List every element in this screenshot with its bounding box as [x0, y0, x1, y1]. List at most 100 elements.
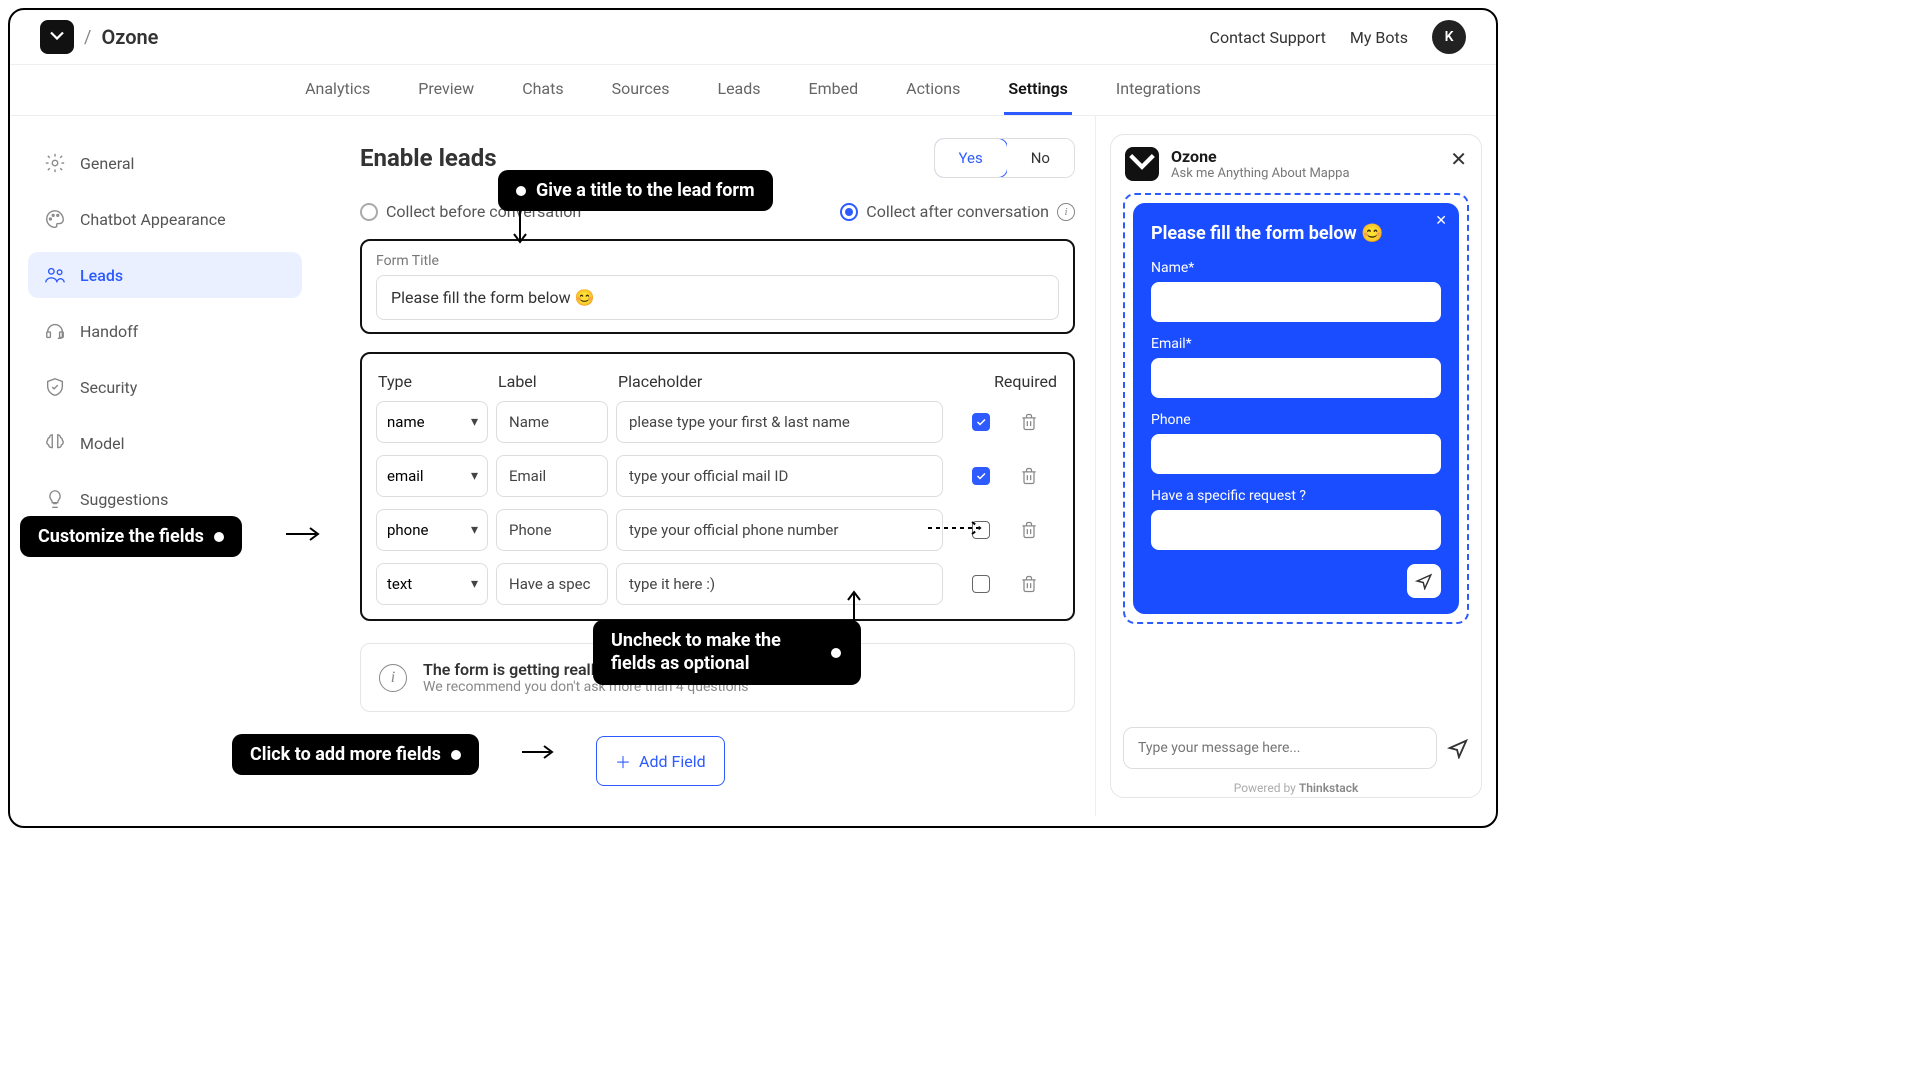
field-row: text [376, 563, 1059, 605]
field-row: name [376, 401, 1059, 443]
col-type: Type [378, 372, 490, 391]
sidebar-item-security[interactable]: Security [28, 364, 302, 410]
palette-icon [44, 208, 66, 230]
annotation-add: Click to add more fields [232, 734, 479, 775]
info-icon: i [379, 664, 407, 692]
headset-icon [44, 320, 66, 342]
form-field-label: Phone [1151, 412, 1441, 428]
annotation-customize: Customize the fields [20, 516, 242, 557]
form-field-input[interactable] [1151, 434, 1441, 474]
field-placeholder-input[interactable] [616, 563, 943, 605]
annotation-title: Give a title to the lead form [498, 170, 773, 211]
tab-actions[interactable]: Actions [902, 65, 964, 115]
gear-icon [44, 152, 66, 174]
contact-support-link[interactable]: Contact Support [1210, 28, 1326, 47]
bot-name: Ozone [1171, 147, 1350, 166]
tab-leads[interactable]: Leads [713, 65, 764, 115]
form-field-label: Email* [1151, 336, 1441, 352]
tab-embed[interactable]: Embed [805, 65, 863, 115]
my-bots-link[interactable]: My Bots [1350, 28, 1408, 47]
bot-logo [1125, 147, 1159, 181]
annotation-uncheck: Uncheck to make the fields as optional [593, 620, 861, 685]
required-checkbox[interactable] [972, 575, 990, 593]
field-type-select[interactable]: email [376, 455, 488, 497]
form-title-input[interactable] [376, 275, 1059, 320]
sidebar-item-label: Suggestions [80, 490, 168, 509]
form-field-input[interactable] [1151, 282, 1441, 322]
field-label-input[interactable] [496, 455, 608, 497]
form-field-label: Have a specific request ? [1151, 488, 1441, 504]
collect-after-label: Collect after conversation [866, 202, 1049, 221]
send-button[interactable] [1407, 564, 1441, 598]
col-placeholder: Placeholder [618, 372, 878, 391]
tab-bar: Analytics Preview Chats Sources Leads Em… [10, 65, 1496, 116]
field-placeholder-input[interactable] [616, 401, 943, 443]
close-icon[interactable]: ✕ [1435, 213, 1447, 229]
info-icon[interactable]: i [1057, 203, 1075, 221]
tab-preview[interactable]: Preview [414, 65, 478, 115]
col-label: Label [498, 372, 610, 391]
field-label-input[interactable] [496, 401, 608, 443]
sidebar-item-handoff[interactable]: Handoff [28, 308, 302, 354]
lead-form-bubble: ✕ Please fill the form below 😊 Name* Ema… [1133, 203, 1459, 614]
form-field-input[interactable] [1151, 510, 1441, 550]
breadcrumb-separator: / [84, 27, 91, 48]
field-label-input[interactable] [496, 563, 608, 605]
users-icon [44, 264, 66, 286]
field-type-select[interactable]: phone [376, 509, 488, 551]
delete-field-button[interactable] [1019, 412, 1059, 432]
field-placeholder-input[interactable] [616, 509, 943, 551]
powered-by: Powered by Thinkstack [1111, 777, 1481, 797]
delete-field-button[interactable] [1019, 574, 1059, 594]
close-icon[interactable]: ✕ [1450, 147, 1467, 171]
tab-sources[interactable]: Sources [608, 65, 674, 115]
settings-sidebar: General Chatbot Appearance Leads Handoff… [10, 116, 320, 816]
chatbot-preview: Ozone Ask me Anything About Mappa ✕ ✕ Pl… [1110, 134, 1482, 798]
field-type-select[interactable]: name [376, 401, 488, 443]
col-required: Required [949, 372, 1057, 391]
page-title: Enable leads [360, 144, 497, 172]
enable-yes-button[interactable]: Yes [934, 138, 1008, 178]
form-field-label: Name* [1151, 260, 1441, 276]
form-title-label: Form Title [376, 253, 1059, 269]
required-checkbox[interactable] [972, 413, 990, 431]
radio-icon [360, 203, 378, 221]
radio-icon [840, 203, 858, 221]
field-label-input[interactable] [496, 509, 608, 551]
delete-field-button[interactable] [1019, 466, 1059, 486]
collect-after-option[interactable]: Collect after conversation i [840, 202, 1075, 221]
field-type-select[interactable]: text [376, 563, 488, 605]
sidebar-item-label: Chatbot Appearance [80, 210, 226, 229]
tab-analytics[interactable]: Analytics [301, 65, 374, 115]
chat-input[interactable] [1123, 727, 1437, 769]
bot-sub: Ask me Anything About Mappa [1171, 166, 1350, 181]
sidebar-item-model[interactable]: Model [28, 420, 302, 466]
form-field-input[interactable] [1151, 358, 1441, 398]
bulb-icon [44, 488, 66, 510]
app-name: Ozone [101, 25, 158, 49]
fields-card: Type Label Placeholder Required name ema… [360, 352, 1075, 621]
send-icon[interactable] [1447, 737, 1469, 759]
sidebar-item-label: General [80, 154, 134, 173]
delete-field-button[interactable] [1019, 520, 1059, 540]
sidebar-item-general[interactable]: General [28, 140, 302, 186]
sidebar-item-label: Security [80, 378, 137, 397]
required-checkbox[interactable] [972, 467, 990, 485]
shield-icon [44, 376, 66, 398]
tab-integrations[interactable]: Integrations [1112, 65, 1205, 115]
sidebar-item-leads[interactable]: Leads [28, 252, 302, 298]
plus-icon: ＋ [615, 749, 631, 773]
brain-icon [44, 432, 66, 454]
sidebar-item-appearance[interactable]: Chatbot Appearance [28, 196, 302, 242]
add-field-button[interactable]: ＋ Add Field [596, 736, 725, 786]
enable-leads-toggle: Yes No [934, 138, 1076, 178]
avatar[interactable]: K [1432, 20, 1466, 54]
tab-settings[interactable]: Settings [1004, 65, 1072, 115]
field-row: email [376, 455, 1059, 497]
tab-chats[interactable]: Chats [518, 65, 567, 115]
field-placeholder-input[interactable] [616, 455, 943, 497]
enable-no-button[interactable]: No [1007, 139, 1074, 177]
sidebar-item-label: Handoff [80, 322, 138, 341]
form-bubble-title: Please fill the form below 😊 [1151, 223, 1441, 244]
sidebar-item-label: Leads [80, 266, 123, 285]
